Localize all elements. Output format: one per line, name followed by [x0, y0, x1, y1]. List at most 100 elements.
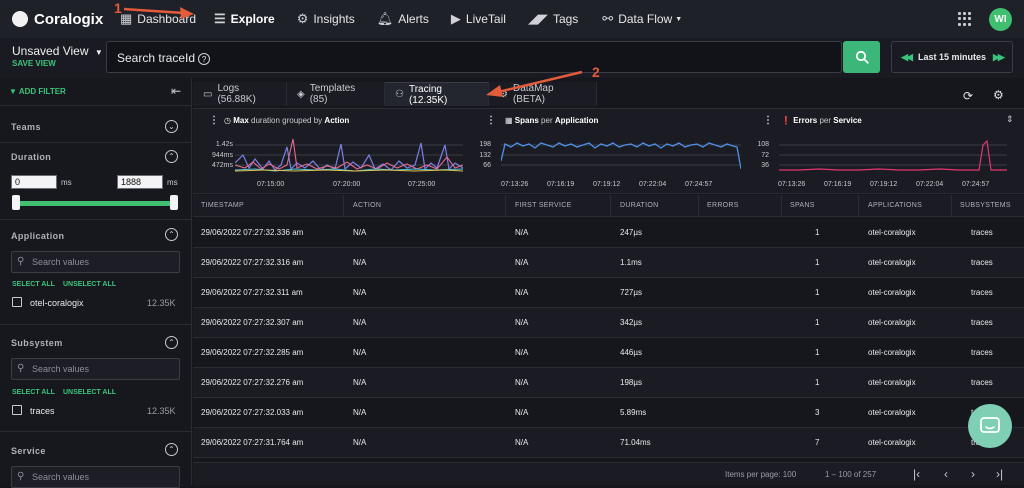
- tab-templates[interactable]: ◈ Templates (85): [287, 82, 385, 106]
- duration-slider-min-handle[interactable]: [12, 195, 20, 210]
- chart-3-menu-icon[interactable]: ⋮: [763, 115, 773, 126]
- tab-logs-label: Logs (56.88K): [217, 83, 256, 105]
- nav-data-flow[interactable]: ⚯ Data Flow ▼: [602, 0, 682, 38]
- last-page-icon[interactable]: ›|: [996, 467, 1003, 481]
- table-row[interactable]: 29/06/2022 07:27:32.316 am N/A N/A 1.1ms 1 ot…: [193, 248, 1024, 278]
- service-collapse-icon[interactable]: ⌃: [165, 443, 178, 456]
- view-selector[interactable]: Unsaved View ▼: [12, 44, 103, 58]
- search-icon: [855, 50, 869, 64]
- col-errors[interactable]: ERRORS: [707, 202, 739, 209]
- nav-insights[interactable]: ⚙ Insights: [297, 0, 355, 38]
- nav-insights-label: Insights: [313, 12, 355, 26]
- application-option-checkbox[interactable]: [12, 297, 22, 307]
- next-page-icon[interactable]: ›: [971, 467, 975, 481]
- chat-support-button[interactable]: [968, 404, 1012, 448]
- nav-alerts[interactable]: 🔔︎ Alerts: [377, 0, 429, 38]
- tab-tracing[interactable]: ⚇ Tracing (12.35K): [385, 82, 489, 106]
- cell-subsystem: traces: [971, 378, 993, 387]
- chart-1-plot: [235, 138, 463, 172]
- teams-expand-icon[interactable]: ⌄: [165, 120, 178, 133]
- cell-action: N/A: [353, 228, 367, 237]
- items-per-page[interactable]: Items per page: 100: [725, 470, 796, 479]
- duration-slider[interactable]: [15, 201, 174, 206]
- previous-page-icon[interactable]: ‹: [944, 467, 948, 481]
- refresh-icon[interactable]: ⟳: [963, 89, 973, 103]
- subsystem-option-checkbox[interactable]: [12, 405, 22, 415]
- rewind-icon[interactable]: ◀◀: [901, 52, 913, 63]
- search-input[interactable]: Search traceId? ✕: [106, 41, 939, 73]
- nav-tags[interactable]: ◢◤ Tags: [528, 0, 578, 38]
- table-row[interactable]: 29/06/2022 07:27:32.336 am N/A N/A 247µs 1 ot…: [193, 218, 1024, 248]
- bell-icon: 🔔︎: [376, 11, 394, 26]
- col-action[interactable]: ACTION: [353, 202, 381, 209]
- col-duration[interactable]: DURATION: [620, 202, 658, 209]
- table-row[interactable]: 29/06/2022 07:27:32.311 am N/A N/A 727µs 1 ot…: [193, 278, 1024, 308]
- save-view-link[interactable]: SAVE VIEW: [12, 59, 56, 68]
- col-timestamp[interactable]: TIMESTAMP: [201, 202, 244, 209]
- col-first-service[interactable]: FIRST SERVICE: [515, 202, 572, 209]
- duration-min-input[interactable]: 0: [11, 175, 57, 189]
- apps-grid-icon[interactable]: [958, 12, 972, 26]
- search-button[interactable]: [843, 41, 880, 73]
- time-range-picker[interactable]: ◀◀ Last 15 minutes ▶▶: [891, 41, 1013, 73]
- add-filter-button[interactable]: ▼ ADD FILTER: [9, 87, 66, 96]
- first-page-icon[interactable]: |‹: [913, 467, 920, 481]
- nav-dashboard[interactable]: ▦ Dashboard: [120, 0, 196, 38]
- chart-1-xtick: 07:15:00: [257, 181, 285, 188]
- subsystem-select-all[interactable]: SELECT ALL: [12, 389, 55, 396]
- table-row[interactable]: 29/06/2022 07:27:32.285 am N/A N/A 446µs 1 ot…: [193, 338, 1024, 368]
- cell-duration: 247µs: [620, 228, 642, 237]
- chart-3-xtick: 07:16:19: [824, 181, 852, 188]
- table-header: TIMESTAMP ACTION FIRST SERVICE DURATION …: [193, 195, 1024, 217]
- chart-1-metric: Max: [233, 116, 249, 125]
- application-select-all[interactable]: SELECT ALL: [12, 281, 55, 288]
- subsystem-collapse-icon[interactable]: ⌃: [165, 336, 178, 349]
- cell-subsystem: traces: [971, 348, 993, 357]
- cell-subsystem: traces: [971, 258, 993, 267]
- application-collapse-icon[interactable]: ⌃: [165, 228, 178, 241]
- collapse-sidebar-icon[interactable]: ⇤: [171, 84, 181, 98]
- table-footer: Items per page: 100 1 – 100 of 257 |‹ ‹ …: [193, 462, 1024, 485]
- play-icon: ▶: [450, 11, 461, 26]
- chart-1-menu-icon[interactable]: ⋮: [209, 115, 219, 126]
- table-row[interactable]: 29/06/2022 07:27:32.276 am N/A N/A 198µs 1 ot…: [193, 368, 1024, 398]
- logo-circle-icon: [12, 11, 28, 27]
- settings-gear-icon[interactable]: ⚙: [993, 88, 1004, 102]
- chevron-down-icon: ▼: [675, 15, 683, 23]
- table-row[interactable]: 29/06/2022 07:27:31.764 am N/A N/A 71.04ms 7…: [193, 428, 1024, 458]
- tab-logs[interactable]: ▭ Logs (56.88K): [193, 82, 287, 106]
- col-subsystems[interactable]: SUBSYSTEMS: [960, 202, 1011, 209]
- duration-collapse-icon[interactable]: ⌃: [165, 150, 178, 163]
- col-spans[interactable]: SPANS: [790, 202, 815, 209]
- table-row[interactable]: 29/06/2022 07:27:32.033 am N/A N/A 5.89ms 3 o…: [193, 398, 1024, 428]
- chart-1-ytick: 1.42s: [215, 141, 233, 148]
- chart-3-xtick: 07:24:57: [962, 181, 990, 188]
- help-icon[interactable]: ?: [198, 53, 211, 65]
- cell-spans: 1: [815, 228, 820, 237]
- col-applications[interactable]: APPLICATIONS: [868, 202, 922, 209]
- subsystem-title: Subsystem: [11, 338, 63, 348]
- nav-tags-label: Tags: [552, 12, 579, 26]
- cell-application: otel-coralogix: [868, 318, 916, 327]
- application-search-placeholder: Search values: [32, 257, 90, 267]
- sort-icon[interactable]: ⇕: [1006, 114, 1014, 125]
- chart-2-menu-icon[interactable]: ⋮: [486, 115, 496, 126]
- application-search-input[interactable]: ⚲ Search values: [11, 251, 180, 273]
- fast-forward-icon[interactable]: ▶▶: [993, 52, 1005, 63]
- user-avatar[interactable]: WI: [989, 8, 1012, 31]
- cell-duration: 727µs: [620, 288, 642, 297]
- subsystem-unselect-all[interactable]: UNSELECT ALL: [63, 389, 116, 396]
- subsystem-search-input[interactable]: ⚲ Search values: [11, 358, 180, 380]
- chart-3-middle: per: [819, 116, 832, 125]
- duration-slider-max-handle[interactable]: [170, 195, 178, 210]
- table-row[interactable]: 29/06/2022 07:27:32.307 am N/A N/A 342µs 1 ot…: [193, 308, 1024, 338]
- cell-spans: 1: [815, 378, 820, 387]
- application-unselect-all[interactable]: UNSELECT ALL: [63, 281, 116, 288]
- chart-3-ytick: 108: [757, 141, 769, 148]
- duration-max-input[interactable]: 1888: [117, 175, 163, 189]
- tab-datamap[interactable]: ⚙ DataMap (BETA): [489, 82, 597, 106]
- coralogix-logo[interactable]: Coralogix: [12, 11, 104, 28]
- nav-explore[interactable]: ☰ Explore: [214, 0, 275, 38]
- chart-2-xtick: 07:13:26: [501, 181, 529, 188]
- nav-livetail[interactable]: ▶ LiveTail: [451, 0, 506, 38]
